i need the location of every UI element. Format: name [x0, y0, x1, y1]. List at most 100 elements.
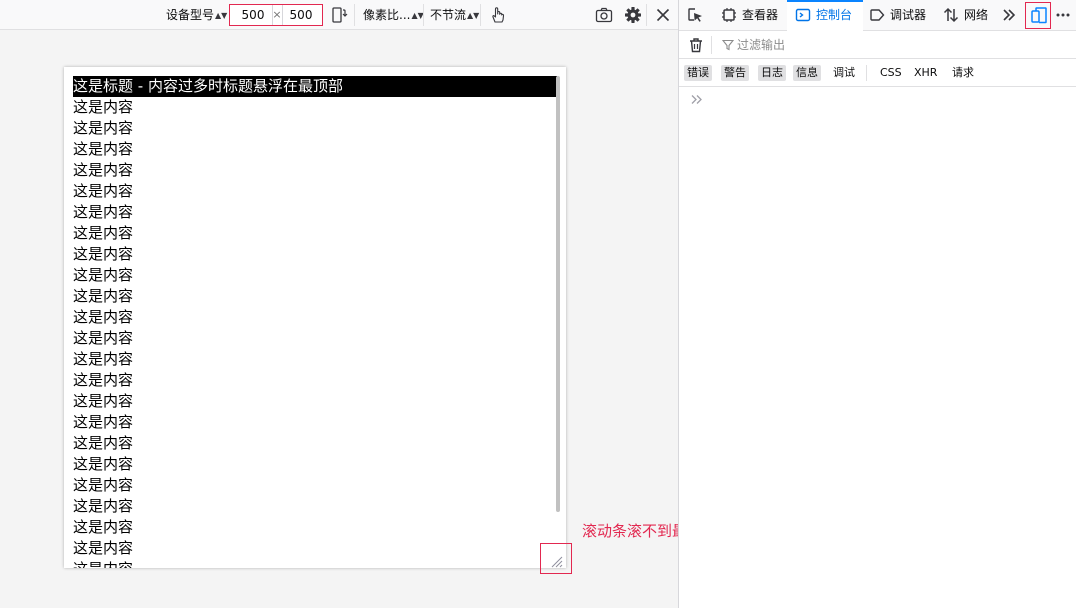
- toolbar-separator: [423, 4, 424, 26]
- rdm-toggle-button[interactable]: [1031, 7, 1047, 24]
- device-viewport[interactable]: 这是标题 - 内容过多时标题悬浮在最顶部 这是内容 这是内容 这是内容 这是内容 这是内…: [64, 67, 566, 568]
- filter-warnings-button[interactable]: 警告: [721, 65, 749, 81]
- dpr-select-label: 像素比...: [363, 8, 411, 22]
- console-input-prompt[interactable]: [689, 92, 705, 108]
- console-filter-bar: 过滤输出: [679, 31, 1076, 59]
- content-line: 这是内容: [73, 392, 134, 410]
- toolbar-separator: [354, 4, 355, 26]
- tab-network[interactable]: 网络: [943, 0, 988, 30]
- element-picker-button[interactable]: [687, 0, 708, 30]
- filter-errors-button[interactable]: 错误: [684, 65, 712, 81]
- viewport-width-input[interactable]: 500: [234, 5, 272, 25]
- responsive-mode-icon: [1031, 7, 1047, 24]
- clear-console-button[interactable]: [688, 37, 704, 53]
- responsive-design-mode: 设备型号▲▼ 500 × 500 像素比...▲▼ 不节流▲▼ 这是标题 - 内…: [0, 0, 717, 608]
- tab-console[interactable]: 控制台: [787, 0, 863, 31]
- filter-xhr-button[interactable]: XHR: [911, 65, 940, 81]
- console-level-filters: 错误 警告 日志 信息 调试 CSS XHR 请求: [679, 59, 1076, 87]
- size-times-sign: ×: [272, 8, 282, 21]
- touch-simulation-button[interactable]: [489, 6, 507, 24]
- camera-icon: [595, 7, 613, 23]
- trash-icon: [690, 38, 702, 53]
- content-line: 这是内容: [73, 371, 134, 389]
- touch-hand-icon: [492, 7, 505, 23]
- more-dots-icon: [1056, 13, 1070, 16]
- rdm-toggle-highlight-box: [1025, 2, 1051, 29]
- tab-console-label: 控制台: [816, 8, 853, 22]
- divider: [711, 36, 712, 54]
- content-line: 这是内容: [73, 350, 134, 368]
- close-rdm-button[interactable]: [654, 6, 672, 24]
- page-scrollbar[interactable]: [556, 76, 560, 512]
- browser-window: 设备型号▲▼ 500 × 500 像素比...▲▼ 不节流▲▼ 这是标题 - 内…: [0, 0, 1076, 608]
- content-line: 这是内容: [73, 182, 134, 200]
- network-arrows-icon: [943, 7, 959, 22]
- content-line: 这是内容: [73, 266, 134, 284]
- content-line: 这是内容: [73, 434, 134, 452]
- filter-css-button[interactable]: CSS: [877, 65, 905, 81]
- console-filter-input[interactable]: 过滤输出: [737, 36, 785, 54]
- filter-requests-button[interactable]: 请求: [949, 65, 977, 81]
- rdm-settings-button[interactable]: [624, 6, 642, 24]
- tab-inspector[interactable]: 查看器: [721, 0, 778, 30]
- dpr-select[interactable]: 像素比...▲▼: [363, 0, 424, 30]
- content-line: 这是内容: [73, 140, 134, 158]
- tab-debugger-label: 调试器: [890, 8, 927, 22]
- content-line: 这是内容: [73, 161, 134, 179]
- resize-highlight-box: [540, 543, 572, 574]
- viewport-resize-handle[interactable]: [551, 553, 563, 568]
- content-line: 这是内容: [73, 287, 134, 305]
- filter-funnel-icon: [722, 39, 734, 51]
- chevrons-right-icon: [1003, 8, 1016, 21]
- content-line: 这是内容: [73, 518, 134, 536]
- content-line: 这是内容: [73, 98, 134, 116]
- chevrons-right-icon: [691, 95, 702, 104]
- rotate-device-icon: [332, 7, 348, 23]
- content-line: 这是内容: [73, 245, 134, 263]
- page-content: 这是标题 - 内容过多时标题悬浮在最顶部 这是内容 这是内容 这是内容 这是内容 这是内…: [65, 68, 565, 568]
- device-select-label: 设备型号: [166, 8, 215, 22]
- content-line: 这是内容: [73, 329, 134, 347]
- rotate-viewport-button[interactable]: [330, 6, 348, 24]
- close-icon: [656, 8, 670, 22]
- tab-network-label: 网络: [964, 8, 989, 22]
- debugger-icon: [870, 8, 885, 21]
- content-line: 这是内容: [73, 119, 134, 137]
- console-icon: [795, 8, 811, 21]
- resize-grip-icon: [551, 556, 563, 568]
- toolbar-separator: [646, 4, 647, 26]
- throttle-select-label: 不节流: [430, 8, 467, 22]
- content-line: 这是内容: [73, 497, 134, 515]
- devtools-panel: 查看器 控制台 调试器 网络 过滤输出 错误 警告 日志 信息 调试 CSS X…: [678, 0, 1076, 608]
- select-arrows-icon: ▲▼: [411, 11, 424, 20]
- device-select[interactable]: 设备型号▲▼: [166, 0, 227, 30]
- filter-debug-button[interactable]: 调试: [830, 65, 858, 81]
- tab-debugger[interactable]: 调试器: [869, 0, 926, 30]
- rdm-toolbar: 设备型号▲▼ 500 × 500 像素比...▲▼ 不节流▲▼: [0, 0, 678, 30]
- content-line: 这是内容: [73, 203, 134, 221]
- tab-inspector-label: 查看器: [742, 8, 779, 22]
- select-arrows-icon: ▲▼: [467, 11, 480, 20]
- content-line: 这是内容: [73, 224, 134, 242]
- filter-logs-button[interactable]: 日志: [758, 65, 786, 81]
- viewport-height-input[interactable]: 500: [282, 5, 320, 25]
- content-line: 这是内容: [73, 559, 553, 568]
- content-line: 这是内容: [73, 308, 134, 326]
- content-line: 这是内容: [73, 476, 134, 494]
- filter-info-button[interactable]: 信息: [793, 65, 821, 81]
- select-arrows-icon: ▲▼: [215, 11, 228, 20]
- sticky-title: 这是标题 - 内容过多时标题悬浮在最顶部: [73, 76, 557, 97]
- tabs-overflow-button[interactable]: [1001, 0, 1022, 30]
- screenshot-button[interactable]: [595, 6, 613, 24]
- inspector-icon: [722, 7, 736, 22]
- content-line: 这是内容: [73, 539, 134, 557]
- network-throttle-select[interactable]: 不节流▲▼: [430, 0, 479, 30]
- content-list: 这是内容 这是内容 这是内容 这是内容 这是内容 这是内容 这是内容 这是内容 这是内容 这是内容…: [73, 97, 553, 568]
- content-line: 这是内容: [73, 413, 134, 431]
- devtools-tabbar: 查看器 控制台 调试器 网络: [679, 0, 1076, 31]
- devtools-menu-button[interactable]: [1055, 0, 1076, 30]
- content-line: 这是内容: [73, 455, 134, 473]
- toolbar-separator: [480, 4, 481, 26]
- viewport-size-box: 500 × 500: [229, 4, 323, 26]
- picker-icon: [688, 7, 702, 22]
